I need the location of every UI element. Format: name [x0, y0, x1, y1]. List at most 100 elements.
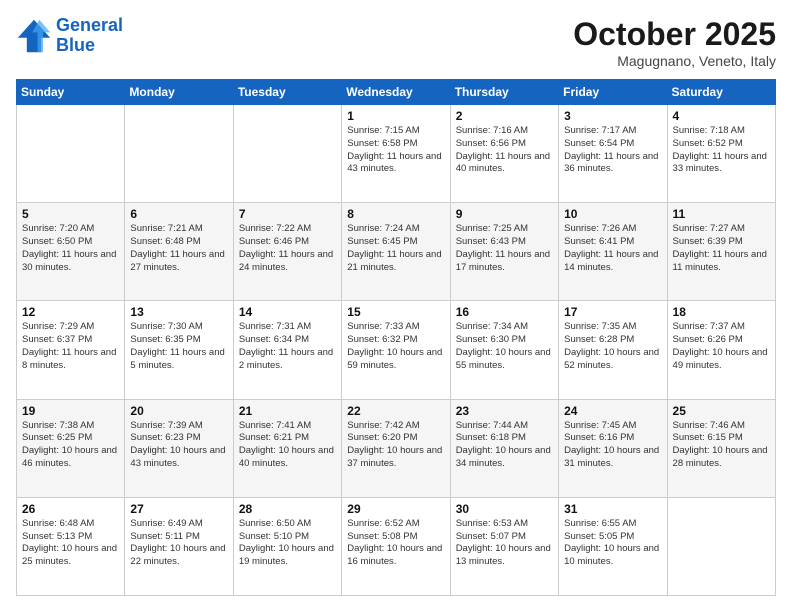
day-info: Sunrise: 6:53 AMSunset: 5:07 PMDaylight:…: [456, 518, 553, 569]
day-info: Sunrise: 7:20 AMSunset: 6:50 PMDaylight:…: [22, 223, 119, 274]
day-info: Sunrise: 7:39 AMSunset: 6:23 PMDaylight:…: [130, 420, 227, 471]
calendar-cell: 8 Sunrise: 7:24 AMSunset: 6:45 PMDaylight…: [342, 203, 450, 301]
day-number: 15: [347, 305, 444, 319]
calendar-cell: 6Sunrise: 7:21 AMSunset: 6:48 PMDaylight…: [125, 203, 233, 301]
day-info: Sunrise: 7:25 AMSunset: 6:43 PMDaylight:…: [456, 223, 553, 274]
calendar-cell: 20 Sunrise: 7:39 AMSunset: 6:23 PMDayligh…: [125, 399, 233, 497]
calendar-cell: 19 Sunrise: 7:38 AMSunset: 6:25 PMDayligh…: [17, 399, 125, 497]
day-number: 23: [456, 404, 553, 418]
day-number: 7: [239, 207, 336, 221]
day-info: Sunrise: 7:45 AMSunset: 6:16 PMDaylight:…: [564, 420, 661, 471]
weekday-header-wednesday: Wednesday: [342, 80, 450, 105]
calendar-cell: 9Sunrise: 7:25 AMSunset: 6:43 PMDaylight…: [450, 203, 558, 301]
day-number: 19: [22, 404, 119, 418]
day-number: 31: [564, 502, 661, 516]
day-number: 14: [239, 305, 336, 319]
day-number: 24: [564, 404, 661, 418]
week-row-1: 1Sunrise: 7:15 AMSunset: 6:58 PMDaylight…: [17, 105, 776, 203]
day-number: 30: [456, 502, 553, 516]
week-row-4: 19 Sunrise: 7:38 AMSunset: 6:25 PMDayligh…: [17, 399, 776, 497]
day-number: 26: [22, 502, 119, 516]
day-number: 27: [130, 502, 227, 516]
calendar-cell: 12Sunrise: 7:29 AMSunset: 6:37 PMDayligh…: [17, 301, 125, 399]
logo-icon: [16, 18, 52, 54]
calendar-cell: 31 Sunrise: 6:55 AMSunset: 5:05 PMDayligh…: [559, 497, 667, 595]
calendar-cell: 1Sunrise: 7:15 AMSunset: 6:58 PMDaylight…: [342, 105, 450, 203]
day-info: Sunrise: 7:38 AMSunset: 6:25 PMDaylight:…: [22, 420, 119, 471]
calendar-cell: 2 Sunrise: 7:16 AMSunset: 6:56 PMDaylight…: [450, 105, 558, 203]
day-info: Sunrise: 6:52 AMSunset: 5:08 PMDaylight:…: [347, 518, 444, 569]
calendar-cell: 17 Sunrise: 7:35 AMSunset: 6:28 PMDayligh…: [559, 301, 667, 399]
page: General Blue October 2025 Magugnano, Ven…: [0, 0, 792, 612]
weekday-header-thursday: Thursday: [450, 80, 558, 105]
weekday-header-monday: Monday: [125, 80, 233, 105]
day-info: Sunrise: 7:21 AMSunset: 6:48 PMDaylight:…: [130, 223, 227, 274]
calendar-cell: 16Sunrise: 7:34 AMSunset: 6:30 PMDayligh…: [450, 301, 558, 399]
day-number: 10: [564, 207, 661, 221]
day-number: 28: [239, 502, 336, 516]
day-info: Sunrise: 7:27 AMSunset: 6:39 PMDaylight:…: [673, 223, 770, 274]
calendar-cell: [17, 105, 125, 203]
calendar-cell: 15 Sunrise: 7:33 AMSunset: 6:32 PMDayligh…: [342, 301, 450, 399]
weekday-header-tuesday: Tuesday: [233, 80, 341, 105]
day-number: 12: [22, 305, 119, 319]
weekday-header-saturday: Saturday: [667, 80, 775, 105]
day-info: Sunrise: 7:42 AMSunset: 6:20 PMDaylight:…: [347, 420, 444, 471]
day-info: Sunrise: 7:37 AMSunset: 6:26 PMDaylight:…: [673, 321, 770, 372]
calendar-cell: 13Sunrise: 7:30 AMSunset: 6:35 PMDayligh…: [125, 301, 233, 399]
day-number: 29: [347, 502, 444, 516]
logo: General Blue: [16, 16, 123, 56]
day-number: 16: [456, 305, 553, 319]
day-info: Sunrise: 6:55 AMSunset: 5:05 PMDaylight:…: [564, 518, 661, 569]
day-number: 5: [22, 207, 119, 221]
day-info: Sunrise: 7:46 AMSunset: 6:15 PMDaylight:…: [673, 420, 770, 471]
day-info: Sunrise: 6:50 AMSunset: 5:10 PMDaylight:…: [239, 518, 336, 569]
day-info: Sunrise: 7:31 AMSunset: 6:34 PMDaylight:…: [239, 321, 336, 372]
calendar-cell: 5 Sunrise: 7:20 AMSunset: 6:50 PMDaylight…: [17, 203, 125, 301]
weekday-header-row: SundayMondayTuesdayWednesdayThursdayFrid…: [17, 80, 776, 105]
day-number: 1: [347, 109, 444, 123]
day-number: 8: [347, 207, 444, 221]
calendar-cell: 22 Sunrise: 7:42 AMSunset: 6:20 PMDayligh…: [342, 399, 450, 497]
day-number: 2: [456, 109, 553, 123]
day-info: Sunrise: 6:49 AMSunset: 5:11 PMDaylight:…: [130, 518, 227, 569]
calendar-cell: 25 Sunrise: 7:46 AMSunset: 6:15 PMDayligh…: [667, 399, 775, 497]
day-number: 21: [239, 404, 336, 418]
calendar-cell: 18 Sunrise: 7:37 AMSunset: 6:26 PMDayligh…: [667, 301, 775, 399]
weekday-header-friday: Friday: [559, 80, 667, 105]
calendar-cell: 28 Sunrise: 6:50 AMSunset: 5:10 PMDayligh…: [233, 497, 341, 595]
day-info: Sunrise: 7:24 AMSunset: 6:45 PMDaylight:…: [347, 223, 444, 274]
day-info: Sunrise: 7:33 AMSunset: 6:32 PMDaylight:…: [347, 321, 444, 372]
calendar-cell: 29 Sunrise: 6:52 AMSunset: 5:08 PMDayligh…: [342, 497, 450, 595]
month-title: October 2025: [573, 16, 776, 53]
calendar-cell: 11Sunrise: 7:27 AMSunset: 6:39 PMDayligh…: [667, 203, 775, 301]
weekday-header-sunday: Sunday: [17, 80, 125, 105]
location: Magugnano, Veneto, Italy: [573, 53, 776, 69]
day-info: Sunrise: 7:18 AMSunset: 6:52 PMDaylight:…: [673, 125, 770, 176]
day-number: 4: [673, 109, 770, 123]
calendar-cell: 14 Sunrise: 7:31 AMSunset: 6:34 PMDayligh…: [233, 301, 341, 399]
week-row-2: 5 Sunrise: 7:20 AMSunset: 6:50 PMDaylight…: [17, 203, 776, 301]
calendar-cell: 30 Sunrise: 6:53 AMSunset: 5:07 PMDayligh…: [450, 497, 558, 595]
day-number: 13: [130, 305, 227, 319]
header: General Blue October 2025 Magugnano, Ven…: [16, 16, 776, 69]
calendar-table: SundayMondayTuesdayWednesdayThursdayFrid…: [16, 79, 776, 596]
day-number: 17: [564, 305, 661, 319]
day-info: Sunrise: 7:16 AMSunset: 6:56 PMDaylight:…: [456, 125, 553, 176]
day-info: Sunrise: 7:35 AMSunset: 6:28 PMDaylight:…: [564, 321, 661, 372]
day-info: Sunrise: 7:22 AMSunset: 6:46 PMDaylight:…: [239, 223, 336, 274]
calendar-cell: 4 Sunrise: 7:18 AMSunset: 6:52 PMDaylight…: [667, 105, 775, 203]
calendar-cell: 24 Sunrise: 7:45 AMSunset: 6:16 PMDayligh…: [559, 399, 667, 497]
week-row-3: 12Sunrise: 7:29 AMSunset: 6:37 PMDayligh…: [17, 301, 776, 399]
calendar-cell: [667, 497, 775, 595]
calendar-cell: 7 Sunrise: 7:22 AMSunset: 6:46 PMDaylight…: [233, 203, 341, 301]
day-number: 3: [564, 109, 661, 123]
day-number: 18: [673, 305, 770, 319]
calendar-cell: [125, 105, 233, 203]
day-number: 22: [347, 404, 444, 418]
day-number: 20: [130, 404, 227, 418]
title-block: October 2025 Magugnano, Veneto, Italy: [573, 16, 776, 69]
day-number: 25: [673, 404, 770, 418]
week-row-5: 26Sunrise: 6:48 AMSunset: 5:13 PMDayligh…: [17, 497, 776, 595]
day-info: Sunrise: 7:41 AMSunset: 6:21 PMDaylight:…: [239, 420, 336, 471]
